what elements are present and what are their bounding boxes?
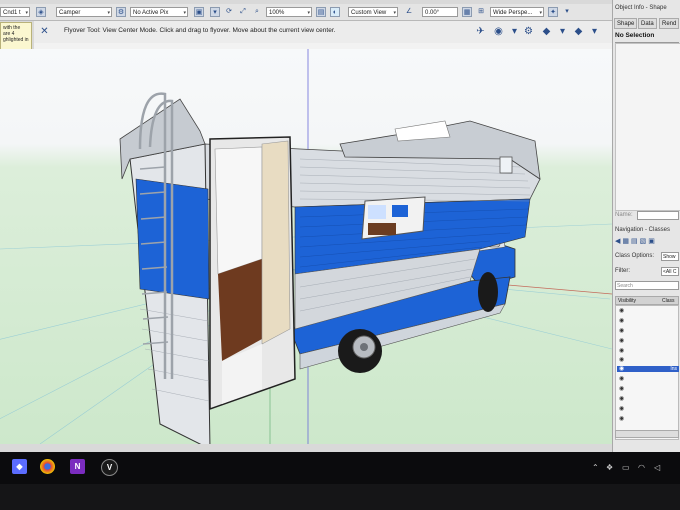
eye-icon[interactable]: ◉ — [619, 328, 624, 334]
rotate-icon[interactable]: ⟳ — [224, 7, 234, 17]
list-item[interactable]: ◉ — [617, 357, 679, 363]
angle-field[interactable]: 0.00° — [422, 7, 458, 17]
shading-dropdown-icon[interactable]: ▾ — [588, 25, 601, 38]
view-dropdown[interactable]: Custom View ▾ — [348, 7, 398, 17]
view-value: Custom View — [351, 10, 387, 16]
eye-icon[interactable]: ◉ — [619, 338, 624, 344]
render-icon[interactable]: ◐ — [330, 7, 340, 17]
tab-data[interactable]: Data — [638, 18, 657, 29]
classes-header: Visibility Class — [615, 296, 679, 305]
zoom-icon[interactable]: ⌕ — [252, 7, 262, 17]
shading-icon[interactable]: ◆ — [572, 25, 585, 38]
app-window: Cnd1 t ▾ ◈ Camper ▾ ⚙ No Active Pix ▾ ▣ ▾ ⟳… — [0, 0, 680, 452]
angle-value: 0.00° — [425, 10, 440, 16]
wifi-icon[interactable]: ◠ — [638, 463, 645, 472]
eye-icon[interactable]: ◉ — [619, 318, 624, 324]
search-input[interactable]: Search — [615, 281, 679, 290]
class-column-header[interactable]: Class — [662, 298, 675, 304]
eye-icon[interactable]: ◉ — [619, 406, 624, 412]
display-icon[interactable]: ▭ — [622, 463, 630, 472]
layer-dropdown[interactable]: Camper ▾ — [56, 7, 112, 17]
tray-chevron-icon[interactable]: ⌃ — [592, 463, 599, 472]
navigation-tools-icons[interactable]: ◀▦▤▧▣ — [615, 237, 657, 245]
lighting-icon[interactable]: ✦ — [548, 7, 558, 17]
eye-icon[interactable]: ◉ — [619, 386, 624, 392]
angle-icon[interactable]: ∠ — [404, 7, 414, 17]
save-icon[interactable]: ▣ — [194, 7, 204, 17]
save-options-icon[interactable]: ▾ — [210, 7, 220, 17]
object-info-title: Object Info - Shape — [615, 5, 667, 11]
projection-dropdown[interactable]: Wide Perspe... ▾ — [490, 7, 544, 17]
projection-value: Wide Perspe... — [493, 10, 533, 16]
layer-options-icon[interactable]: ⚙ — [116, 7, 126, 17]
horizontal-scrollbar[interactable] — [615, 430, 679, 438]
chrome-icon[interactable] — [40, 459, 55, 474]
filter-dropdown[interactable]: <All C — [661, 267, 679, 276]
list-item[interactable]: ◉ — [617, 318, 679, 324]
list-item-selected[interactable]: ◉ Ins — [617, 366, 679, 372]
zoom-value: 100% — [269, 10, 285, 16]
tab-render[interactable]: Rend — [659, 18, 680, 29]
options-icon[interactable]: ▾ — [562, 7, 572, 17]
class-options-label: Class Options: — [615, 253, 655, 259]
list-item[interactable]: ◉ — [617, 376, 679, 382]
gear-icon[interactable]: ⚙ — [522, 25, 535, 38]
tab-shape[interactable]: Shape — [614, 18, 638, 29]
drawing-viewport[interactable] — [0, 49, 612, 444]
onenote-icon[interactable]: N — [70, 459, 85, 474]
mode-dropdown-icon[interactable]: ▾ — [508, 25, 521, 38]
filter-label: Filter: — [615, 268, 630, 274]
eye-icon[interactable]: ◉ — [619, 348, 624, 354]
class-options-dropdown[interactable]: Show — [661, 252, 679, 261]
eye-icon[interactable]: ◉ — [619, 366, 624, 372]
camera-icon[interactable]: ◉ — [492, 25, 505, 38]
tooltip-line: ghlighted in — [3, 37, 29, 43]
name-field[interactable] — [637, 211, 679, 220]
selection-status: No Selection — [615, 32, 679, 43]
grid-icon[interactable]: ⊞ — [476, 7, 486, 17]
taskbar: ◆ N V ⌃ ❖ ▭ ◠ ◁ — [0, 452, 680, 484]
navigation-title: Navigation - Classes — [615, 227, 671, 233]
mode-hint-text: Flyover Tool: View Center Mode. Click an… — [64, 27, 336, 34]
eye-icon[interactable]: ◉ — [619, 416, 624, 422]
visibility-column-header[interactable]: Visibility — [618, 298, 636, 304]
object-info-body — [615, 43, 680, 211]
render-mode-icon[interactable]: ◆ — [540, 25, 553, 38]
pixel-dropdown[interactable]: No Active Pix ▾ — [130, 7, 188, 17]
render-dropdown-icon[interactable]: ▾ — [556, 25, 569, 38]
list-item[interactable]: ◉ — [617, 348, 679, 354]
fit-icon[interactable]: ⤢ — [238, 7, 248, 17]
layers-icon[interactable]: ◈ — [36, 7, 46, 17]
layer-value: Camper — [59, 10, 81, 16]
eye-icon[interactable]: ◉ — [619, 357, 624, 363]
projection-icon[interactable]: ▦ — [462, 7, 472, 17]
volume-icon[interactable]: ◁ — [654, 463, 660, 472]
list-item[interactable]: ◉ — [617, 416, 679, 422]
view-icon[interactable]: ▤ — [316, 7, 326, 17]
name-label: Name: — [615, 212, 633, 218]
eye-icon[interactable]: ◉ — [619, 376, 624, 382]
flyover-tool-icon[interactable]: ✕ — [38, 25, 51, 38]
list-item[interactable]: ◉ — [617, 396, 679, 402]
vectorworks-icon[interactable]: V — [101, 459, 118, 476]
list-item[interactable]: ◉ — [617, 338, 679, 344]
view-bar: Cnd1 t ▾ ◈ Camper ▾ ⚙ No Active Pix ▾ ▣ ▾ ⟳… — [0, 4, 612, 21]
list-item[interactable]: ◉ — [617, 308, 679, 314]
windows-start-icon[interactable]: ◆ — [12, 459, 27, 474]
list-item[interactable]: ◉ — [617, 386, 679, 392]
camper-truck-model — [0, 49, 612, 444]
dropbox-icon[interactable]: ❖ — [606, 463, 613, 472]
pixel-value: No Active Pix — [133, 10, 169, 16]
menu-label: Cnd1 t — [3, 10, 21, 16]
monitor-bezel — [0, 484, 680, 510]
menu-dropdown[interactable]: Cnd1 t ▾ — [0, 7, 30, 17]
eye-icon[interactable]: ◉ — [619, 396, 624, 402]
eye-icon[interactable]: ◉ — [619, 308, 624, 314]
list-item[interactable]: ◉ — [617, 406, 679, 412]
object-info-palette: Object Info - Shape Shape Data Rend No S… — [612, 0, 680, 452]
list-item[interactable]: ◉ — [617, 328, 679, 334]
selected-row-text: Ins — [670, 366, 677, 372]
flyover-mode-icon[interactable]: ✈ — [474, 25, 487, 38]
zoom-dropdown[interactable]: 100% ▾ — [266, 7, 312, 17]
